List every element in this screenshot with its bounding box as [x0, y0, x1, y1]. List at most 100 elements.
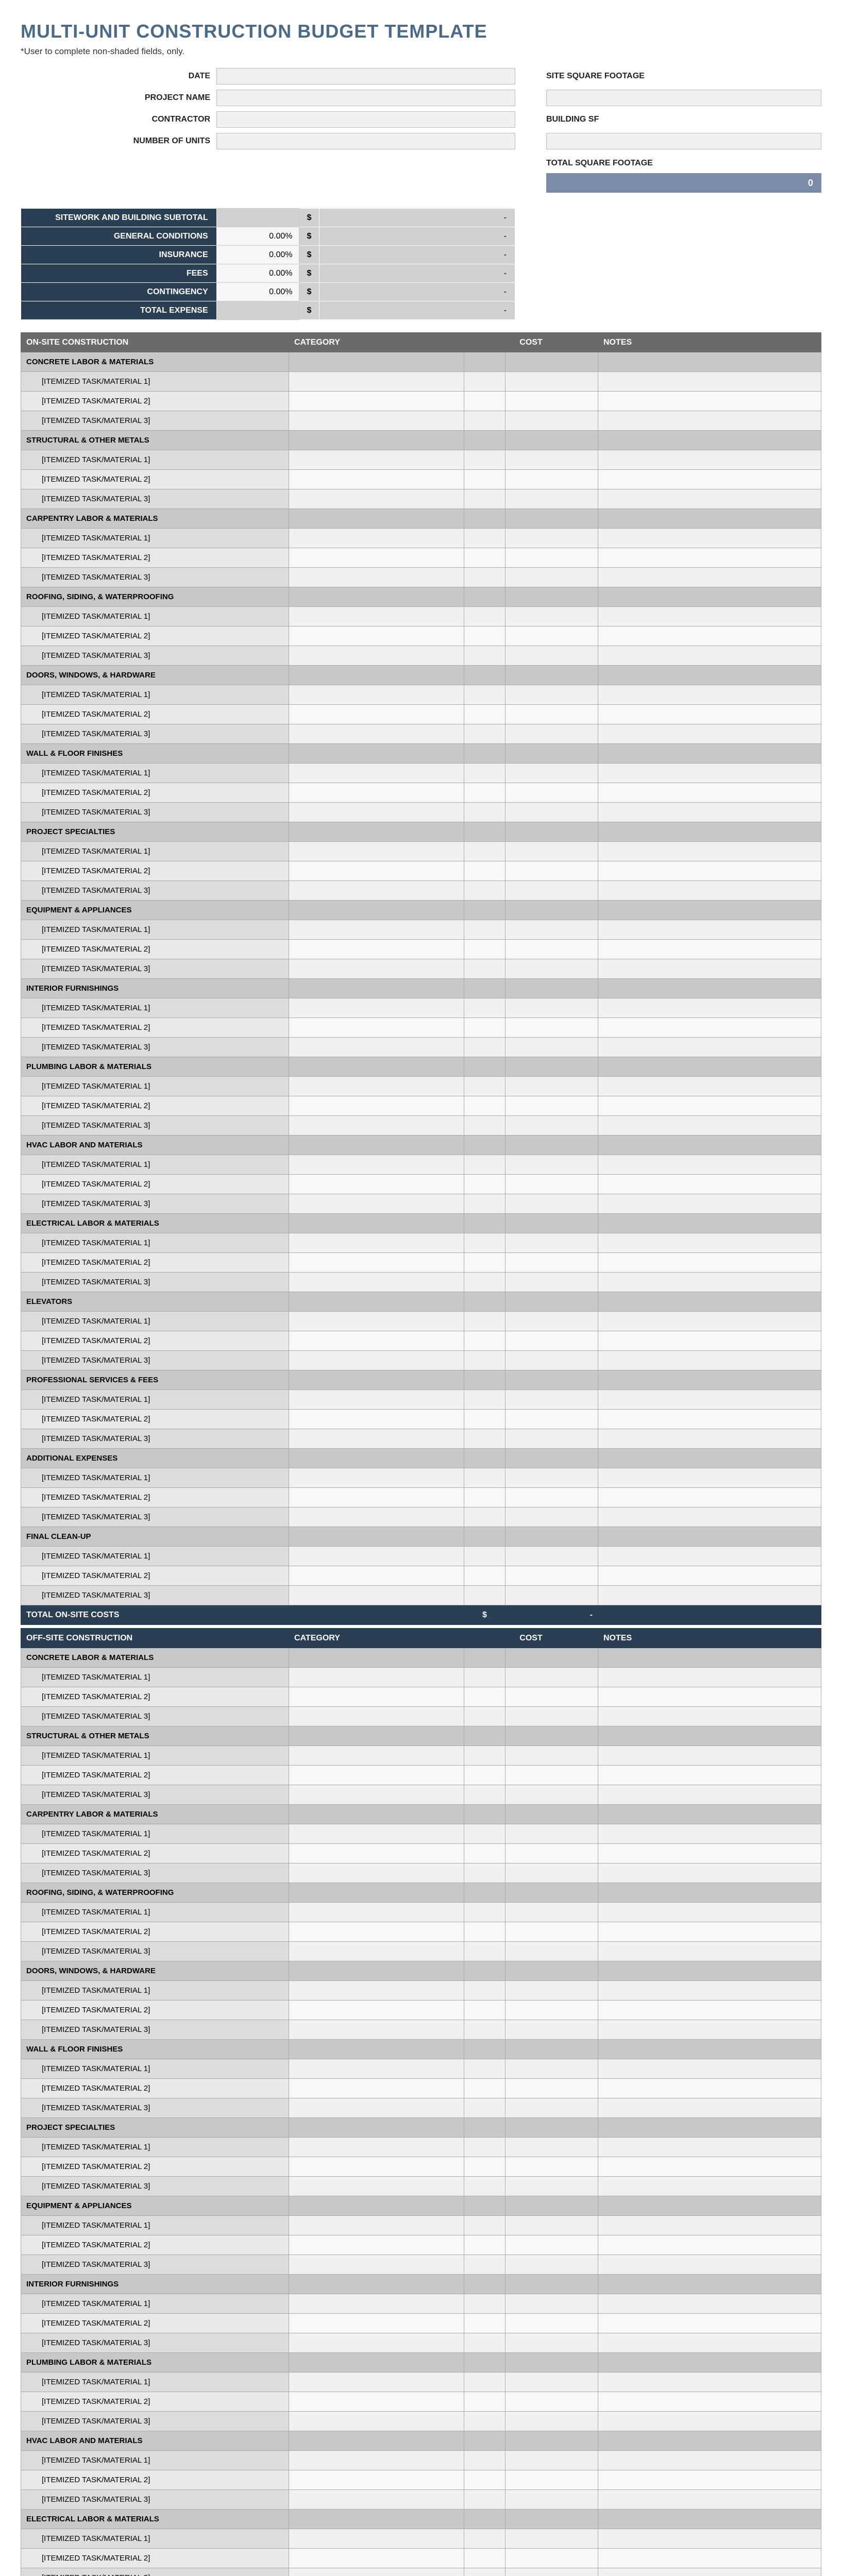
item-cost[interactable] — [506, 2568, 598, 2576]
item-label[interactable]: [ITEMIZED TASK/MATERIAL 3] — [21, 2177, 289, 2196]
field-input[interactable] — [216, 133, 515, 149]
item-category[interactable] — [289, 626, 464, 646]
item-cost[interactable] — [506, 1429, 598, 1449]
item-cost[interactable] — [506, 2216, 598, 2235]
item-cost[interactable] — [506, 646, 598, 666]
item-category[interactable] — [289, 685, 464, 705]
item-notes[interactable] — [598, 1351, 821, 1370]
item-category[interactable] — [289, 1566, 464, 1586]
item-notes[interactable] — [598, 1390, 821, 1410]
item-category[interactable] — [289, 1175, 464, 1194]
item-label[interactable]: [ITEMIZED TASK/MATERIAL 3] — [21, 1116, 289, 1136]
item-notes[interactable] — [598, 1018, 821, 1038]
item-category[interactable] — [289, 1233, 464, 1253]
item-label[interactable]: [ITEMIZED TASK/MATERIAL 1] — [21, 764, 289, 783]
item-label[interactable]: [ITEMIZED TASK/MATERIAL 1] — [21, 2529, 289, 2549]
item-cost[interactable] — [506, 1507, 598, 1527]
item-label[interactable]: [ITEMIZED TASK/MATERIAL 2] — [21, 548, 289, 568]
item-notes[interactable] — [598, 1707, 821, 1726]
item-label[interactable]: [ITEMIZED TASK/MATERIAL 3] — [21, 803, 289, 822]
item-notes[interactable] — [598, 372, 821, 392]
item-notes[interactable] — [598, 2549, 821, 2568]
item-category[interactable] — [289, 2412, 464, 2431]
item-category[interactable] — [289, 2392, 464, 2412]
item-notes[interactable] — [598, 1687, 821, 1707]
item-label[interactable]: [ITEMIZED TASK/MATERIAL 1] — [21, 2372, 289, 2392]
category-cell[interactable] — [598, 744, 821, 764]
item-notes[interactable] — [598, 1468, 821, 1488]
item-notes[interactable] — [598, 607, 821, 626]
item-notes[interactable] — [598, 2138, 821, 2157]
item-cost[interactable] — [506, 1785, 598, 1805]
item-category[interactable] — [289, 1390, 464, 1410]
item-notes[interactable] — [598, 2157, 821, 2177]
category-cell[interactable] — [289, 1648, 464, 1668]
category-cell[interactable] — [598, 1057, 821, 1077]
category-cell[interactable] — [598, 2040, 821, 2059]
item-cost[interactable] — [506, 2333, 598, 2353]
item-notes[interactable] — [598, 764, 821, 783]
category-cell[interactable] — [598, 2196, 821, 2216]
item-category[interactable] — [289, 861, 464, 881]
item-category[interactable] — [289, 1507, 464, 1527]
item-cost[interactable] — [506, 392, 598, 411]
item-category[interactable] — [289, 1038, 464, 1057]
item-label[interactable]: [ITEMIZED TASK/MATERIAL 1] — [21, 920, 289, 940]
item-cost[interactable] — [506, 529, 598, 548]
item-cost[interactable] — [506, 2177, 598, 2196]
item-label[interactable]: [ITEMIZED TASK/MATERIAL 1] — [21, 842, 289, 861]
category-cell[interactable] — [289, 2353, 464, 2372]
item-category[interactable] — [289, 470, 464, 489]
category-cell[interactable] — [598, 2431, 821, 2451]
category-cell[interactable] — [598, 1449, 821, 1468]
item-cost[interactable] — [506, 998, 598, 1018]
item-cost[interactable] — [506, 1312, 598, 1331]
item-category[interactable] — [289, 920, 464, 940]
item-cost[interactable] — [506, 626, 598, 646]
item-category[interactable] — [289, 1687, 464, 1707]
category-cell[interactable] — [289, 1370, 464, 1390]
item-category[interactable] — [289, 998, 464, 1018]
item-cost[interactable] — [506, 1586, 598, 1605]
item-label[interactable]: [ITEMIZED TASK/MATERIAL 2] — [21, 783, 289, 803]
item-label[interactable]: [ITEMIZED TASK/MATERIAL 2] — [21, 470, 289, 489]
item-category[interactable] — [289, 2549, 464, 2568]
category-cell[interactable] — [289, 1805, 464, 1824]
item-label[interactable]: [ITEMIZED TASK/MATERIAL 1] — [21, 1547, 289, 1566]
item-cost[interactable] — [506, 1903, 598, 1922]
item-cost[interactable] — [506, 2098, 598, 2118]
item-label[interactable]: [ITEMIZED TASK/MATERIAL 3] — [21, 1942, 289, 1961]
item-cost[interactable] — [506, 1547, 598, 1566]
item-cost[interactable] — [506, 881, 598, 901]
item-notes[interactable] — [598, 646, 821, 666]
item-category[interactable] — [289, 646, 464, 666]
category-cell[interactable] — [289, 2196, 464, 2216]
item-notes[interactable] — [598, 724, 821, 744]
item-category[interactable] — [289, 2314, 464, 2333]
item-notes[interactable] — [598, 1194, 821, 1214]
item-notes[interactable] — [598, 1922, 821, 1942]
item-notes[interactable] — [598, 2294, 821, 2314]
item-label[interactable]: [ITEMIZED TASK/MATERIAL 3] — [21, 1586, 289, 1605]
item-label[interactable]: [ITEMIZED TASK/MATERIAL 3] — [21, 1273, 289, 1292]
item-label[interactable]: [ITEMIZED TASK/MATERIAL 2] — [21, 1331, 289, 1351]
item-category[interactable] — [289, 2020, 464, 2040]
category-cell[interactable] — [598, 2510, 821, 2529]
item-notes[interactable] — [598, 1116, 821, 1136]
item-category[interactable] — [289, 783, 464, 803]
item-cost[interactable] — [506, 450, 598, 470]
item-category[interactable] — [289, 1766, 464, 1785]
item-cost[interactable] — [506, 2451, 598, 2470]
item-cost[interactable] — [506, 372, 598, 392]
item-label[interactable]: [ITEMIZED TASK/MATERIAL 1] — [21, 2059, 289, 2079]
item-notes[interactable] — [598, 1410, 821, 1429]
category-cell[interactable] — [598, 2118, 821, 2138]
item-notes[interactable] — [598, 2412, 821, 2431]
item-cost[interactable] — [506, 607, 598, 626]
item-label[interactable]: [ITEMIZED TASK/MATERIAL 2] — [21, 1018, 289, 1038]
item-category[interactable] — [289, 1116, 464, 1136]
item-label[interactable]: [ITEMIZED TASK/MATERIAL 3] — [21, 2412, 289, 2431]
item-label[interactable]: [ITEMIZED TASK/MATERIAL 1] — [21, 2216, 289, 2235]
item-category[interactable] — [289, 1707, 464, 1726]
item-cost[interactable] — [506, 2549, 598, 2568]
